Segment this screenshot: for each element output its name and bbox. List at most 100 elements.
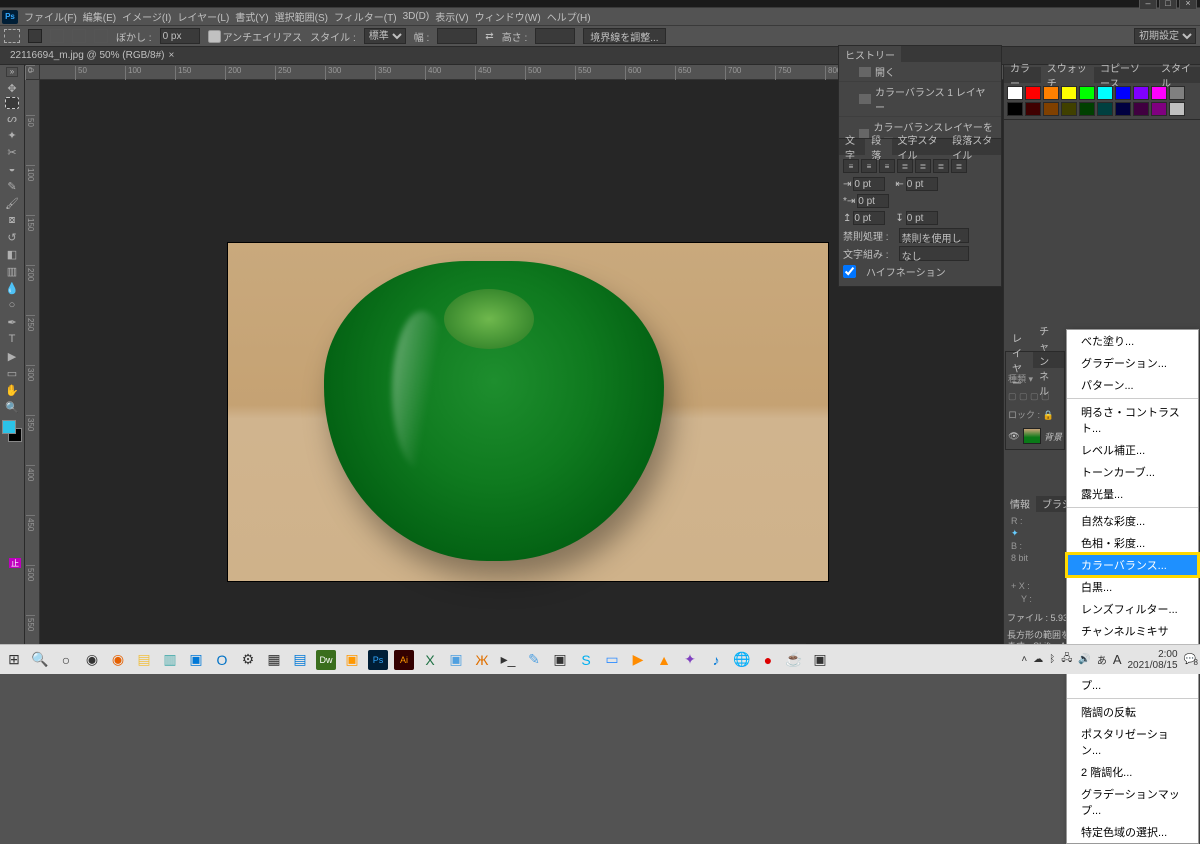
adjustment-menu-item[interactable]: 2 階調化... [1067, 761, 1198, 783]
move-tool-icon[interactable]: ✥ [2, 80, 22, 96]
layer-row-bg[interactable]: 👁 背景 [1008, 425, 1062, 447]
music-icon[interactable]: ♪ [706, 650, 726, 670]
selection-mode-new-icon[interactable] [28, 29, 42, 43]
tray-bluetooth-icon[interactable]: ᛒ [1049, 654, 1055, 665]
cortana-icon[interactable]: ○ [56, 650, 76, 670]
layers-tab[interactable]: チャンネル [1033, 352, 1064, 368]
swatch-cell[interactable] [1025, 102, 1041, 116]
notepad-icon[interactable]: ▥ [160, 650, 180, 670]
adjustment-menu-item[interactable]: グラデーションマップ... [1067, 783, 1198, 821]
adjustment-menu-item[interactable]: カラーバランス... [1067, 554, 1198, 576]
app-icon-4[interactable]: ▤ [290, 650, 310, 670]
toolbar-expand-handle[interactable]: » [6, 67, 18, 77]
photoshop-taskbar-icon[interactable]: Ps [368, 650, 388, 670]
adjustment-menu-item[interactable]: 白黒... [1067, 576, 1198, 598]
menu-window[interactable]: ウィンドウ(W) [475, 9, 541, 24]
sublime-icon[interactable]: ▣ [342, 650, 362, 670]
adjustment-menu-item[interactable]: トーンカーブ... [1067, 461, 1198, 483]
swatch-cell[interactable] [1133, 86, 1149, 100]
swatch-cell[interactable] [1079, 86, 1095, 100]
justify-all-icon[interactable]: ≣ [951, 159, 967, 173]
taskview-icon[interactable]: ▦ [264, 650, 284, 670]
antialias-checkbox[interactable]: アンチエイリアス [208, 29, 303, 44]
adjustment-menu-item[interactable]: 色相・彩度... [1067, 532, 1198, 554]
indent-left-input[interactable] [853, 177, 885, 191]
vlc-icon[interactable]: ▲ [654, 650, 674, 670]
zoom-tool-icon[interactable]: 🔍 [2, 399, 22, 415]
swatch-cell[interactable] [1025, 86, 1041, 100]
crop-tool-icon[interactable]: ✂ [2, 144, 22, 160]
kinsoku-select[interactable]: 禁則を使用しない [899, 228, 969, 243]
settings-icon[interactable]: ⚙ [238, 650, 258, 670]
healing-brush-tool-icon[interactable]: ✎ [2, 178, 22, 194]
menu-type[interactable]: 書式(Y) [235, 9, 268, 24]
tray-volume-icon[interactable]: 🔊 [1078, 654, 1090, 665]
search-icon[interactable]: 🔍 [30, 650, 50, 670]
window-max-button[interactable]: □ [1159, 0, 1177, 10]
selection-mode-intersect-icon[interactable] [94, 29, 108, 43]
dodge-tool-icon[interactable]: ○ [2, 297, 22, 313]
tray-onedrive-icon[interactable]: ☁ [1033, 654, 1043, 665]
butterfly-icon[interactable]: Ж [472, 650, 492, 670]
indent-right-input[interactable] [906, 177, 938, 191]
space-before-input[interactable] [853, 211, 885, 225]
menu-file[interactable]: ファイル(F) [24, 9, 77, 24]
adjustment-menu-item[interactable]: 特定色域の選択... [1067, 821, 1198, 843]
adjustment-menu-item[interactable]: レベル補正... [1067, 439, 1198, 461]
tray-expand-icon[interactable]: ˄ [1021, 654, 1027, 665]
tray-input-icon[interactable]: A [1113, 652, 1122, 667]
swatches-tab[interactable]: コピーソース [1094, 67, 1155, 83]
quickmask-icon[interactable]: 止 [9, 558, 21, 568]
blur-tool-icon[interactable]: 💧 [2, 280, 22, 296]
info-tab[interactable]: 情報 [1004, 496, 1036, 512]
java-icon[interactable]: ☕ [784, 650, 804, 670]
swatch-cell[interactable] [1115, 102, 1131, 116]
app-icon-5[interactable]: ▣ [446, 650, 466, 670]
obs-icon[interactable]: ▣ [550, 650, 570, 670]
adjustment-menu-item[interactable]: パターン... [1067, 374, 1198, 396]
swatch-cell[interactable] [1169, 86, 1185, 100]
adjustment-menu-item[interactable]: べた塗り... [1067, 330, 1198, 352]
swatch-cell[interactable] [1097, 102, 1113, 116]
space-after-input[interactable] [906, 211, 938, 225]
app-icon-7[interactable]: ✦ [680, 650, 700, 670]
type-tool-icon[interactable]: T [2, 331, 22, 347]
history-step[interactable]: カラーバランス 1 レイヤー [839, 82, 1001, 117]
hyphenation-checkbox[interactable]: ハイフネーション [843, 264, 997, 279]
swatches-tab[interactable]: カラー [1004, 67, 1041, 83]
document-tab-close-icon[interactable]: × [169, 50, 175, 61]
illustrator-icon[interactable]: Ai [394, 650, 414, 670]
vertical-ruler[interactable]: 050100150200250300350400450500550600 [25, 80, 40, 657]
marquee-tool-icon[interactable] [5, 97, 19, 109]
mojikumi-select[interactable]: なし [899, 246, 969, 261]
swatch-cell[interactable] [1061, 102, 1077, 116]
brush-tool-icon[interactable]: 🖌 [2, 195, 22, 211]
menu-3d[interactable]: 3D(D) [403, 11, 430, 22]
outlook-icon[interactable]: O [212, 650, 232, 670]
layer-name[interactable]: 背景 [1044, 430, 1062, 443]
chrome-icon[interactable]: ◉ [82, 650, 102, 670]
lasso-tool-icon[interactable]: ᔕ [2, 110, 22, 126]
history-tab[interactable]: ヒストリー [839, 46, 901, 62]
swatch-cell[interactable] [1133, 102, 1149, 116]
app-icon-8[interactable]: ▣ [810, 650, 830, 670]
menu-help[interactable]: ヘルプ(H) [547, 9, 591, 24]
history-brush-tool-icon[interactable]: ↺ [2, 229, 22, 245]
photos-icon[interactable]: ▣ [186, 650, 206, 670]
selection-mode-subtract-icon[interactable] [72, 29, 86, 43]
menu-edit[interactable]: 編集(E) [83, 9, 116, 24]
excel-icon[interactable]: X [420, 650, 440, 670]
swatch-cell[interactable] [1043, 86, 1059, 100]
shape-tool-icon[interactable]: ▭ [2, 365, 22, 381]
hand-tool-icon[interactable]: ✋ [2, 382, 22, 398]
menu-view[interactable]: 表示(V) [435, 9, 468, 24]
swatch-cell[interactable] [1043, 102, 1059, 116]
justify-right-icon[interactable]: ≣ [933, 159, 949, 173]
adjustment-menu-item[interactable]: 階調の反転 [1067, 701, 1198, 723]
style-select[interactable]: 標準 [364, 28, 406, 44]
paragraph-tab[interactable]: 文字スタイル [892, 139, 947, 155]
globe-icon[interactable]: 🌐 [732, 650, 752, 670]
app-icon-6[interactable]: ✎ [524, 650, 544, 670]
swatch-cell[interactable] [1151, 102, 1167, 116]
menu-layer[interactable]: レイヤー(L) [177, 9, 229, 24]
